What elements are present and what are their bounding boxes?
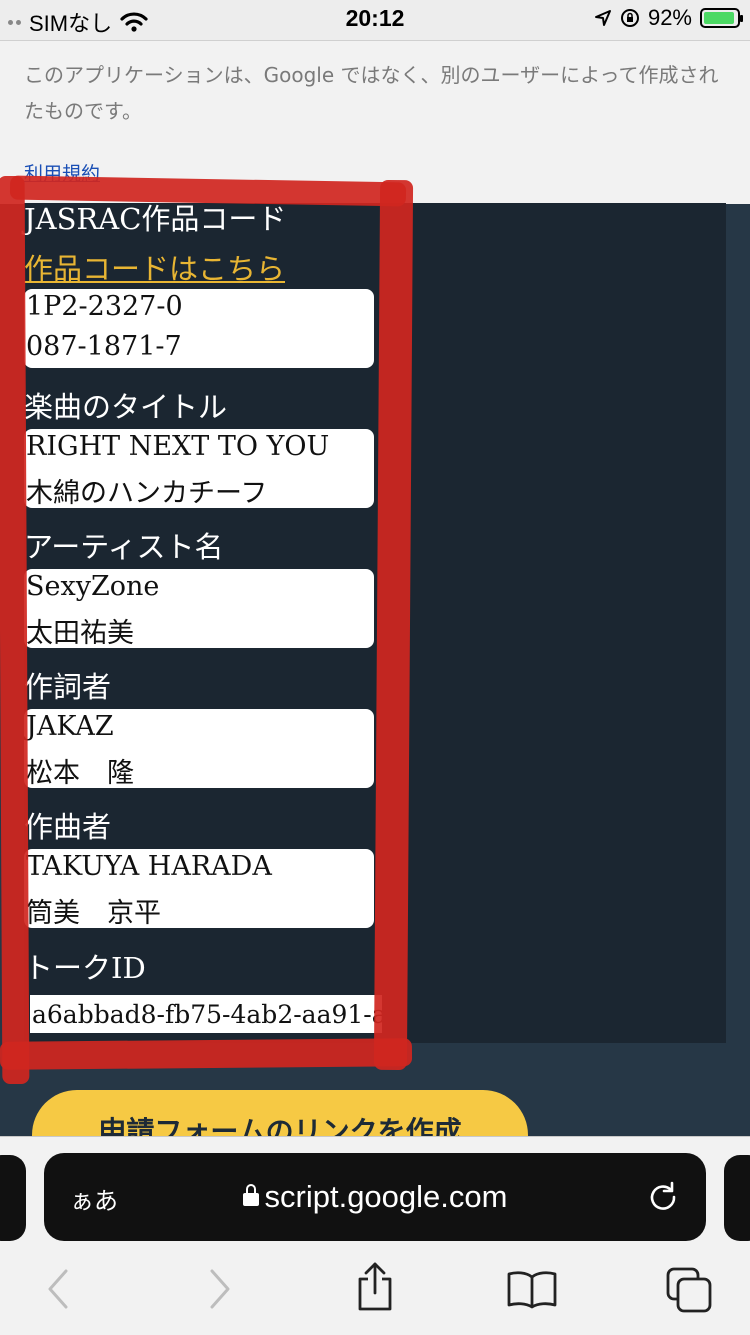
browser-toolbar [0, 1262, 750, 1325]
bookmarks-icon[interactable] [506, 1269, 558, 1309]
field-line: 木綿のハンカチーフ [26, 478, 268, 509]
notice-text: このアプリケーションは、Google ではなく、別のユーザーによって作成されたも… [24, 63, 719, 123]
jasrac-code-field[interactable]: 1P2-2327-0 087-1871-7 [24, 289, 374, 368]
composer-label: 作曲者 [24, 810, 112, 844]
status-bar: SIMなし 20:12 92% [0, 0, 750, 40]
field-line: 1P2-2327-0 [26, 291, 183, 322]
artist-name-field[interactable]: SexyZone 太田祐美 [24, 569, 374, 649]
lyricist-field[interactable]: JAKAZ 松本 隆 [24, 709, 374, 789]
browser-chrome: ぁあ script.google.com [0, 1136, 750, 1335]
field-line: 松本 隆 [26, 758, 134, 789]
artist-name-label: アーティスト名 [24, 530, 224, 564]
forward-icon[interactable] [204, 1267, 234, 1311]
back-icon[interactable] [44, 1267, 74, 1311]
talk-id-input[interactable] [30, 995, 382, 1033]
field-line: SexyZone [26, 571, 160, 602]
address-bar[interactable]: ぁあ script.google.com [44, 1153, 706, 1241]
orientation-lock-icon [620, 9, 639, 27]
field-line: 筒美 京平 [26, 898, 161, 929]
composer-field[interactable]: TAKUYA HARADA 筒美 京平 [24, 849, 374, 929]
next-tab-peek[interactable] [724, 1155, 750, 1241]
field-line: TAKUYA HARADA [26, 851, 272, 882]
lyricist-label: 作詞者 [24, 670, 112, 704]
battery-percent: 92% [647, 5, 692, 30]
tabs-icon[interactable] [664, 1265, 714, 1315]
cta-clip: 申請フォームのリンクを作成 [32, 1090, 528, 1136]
url-display[interactable]: script.google.com [44, 1179, 706, 1215]
field-line: JAKAZ [26, 711, 114, 742]
talk-id-label: トークID [24, 951, 146, 985]
field-line: 087-1871-7 [26, 331, 182, 362]
battery-icon [700, 8, 743, 28]
field-line: 太田祐美 [26, 618, 134, 649]
previous-tab-peek[interactable] [0, 1155, 26, 1241]
lock-icon [242, 1184, 259, 1206]
share-icon[interactable] [354, 1261, 396, 1313]
status-right: 92% [594, 5, 743, 31]
create-form-link-label: 申請フォームのリンクを作成 [98, 1115, 462, 1136]
url-text: script.google.com [264, 1179, 508, 1214]
location-arrow-icon [594, 10, 611, 26]
create-form-link-button[interactable]: 申請フォームのリンクを作成 [32, 1090, 528, 1136]
song-title-field[interactable]: RIGHT NEXT TO YOU 木綿のハンカチーフ [24, 429, 374, 509]
field-line: RIGHT NEXT TO YOU [26, 431, 330, 462]
work-code-link[interactable]: 作品コードはこちら [24, 246, 285, 288]
song-title-label: 楽曲のタイトル [24, 390, 228, 424]
reload-icon[interactable] [646, 1179, 680, 1213]
